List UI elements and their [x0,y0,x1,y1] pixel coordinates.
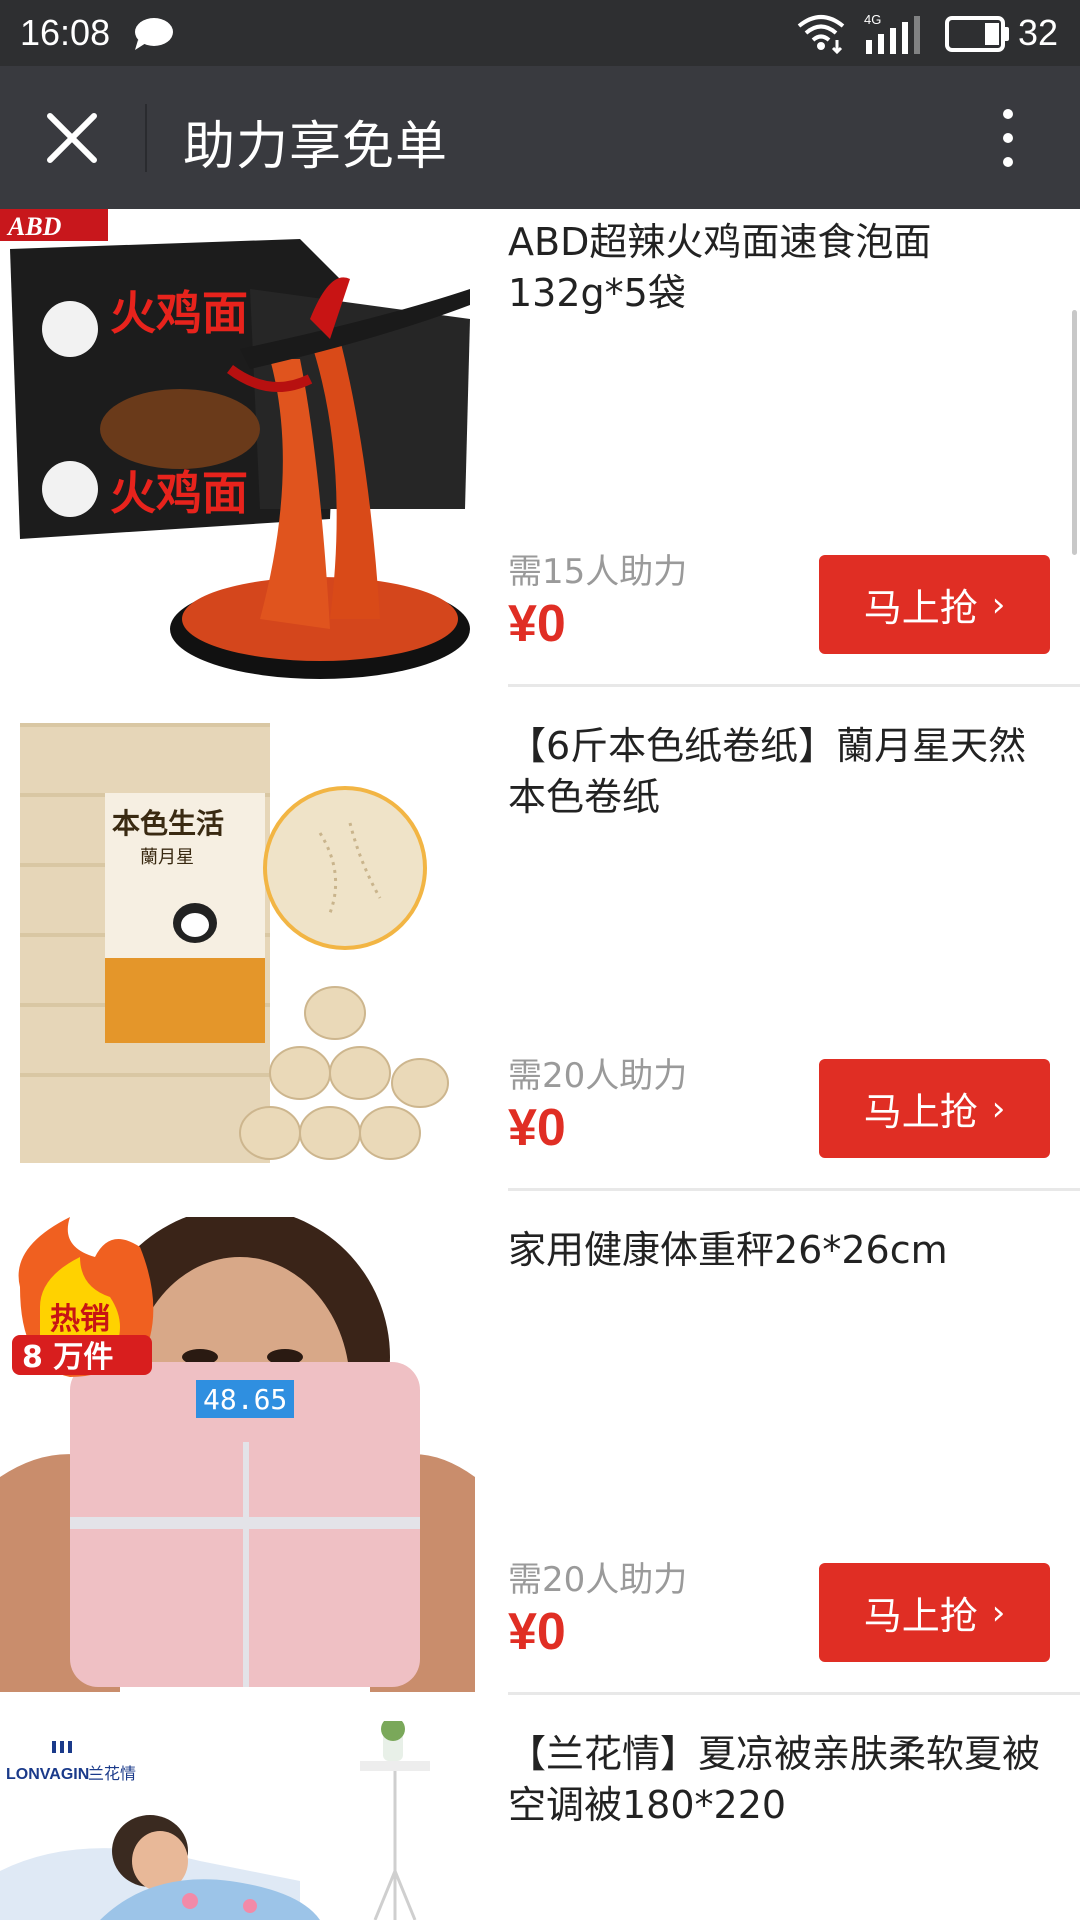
more-button[interactable] [990,104,1026,172]
product-card[interactable]: 48.65 热销 8 万件 家用健康体重秤26*26cm 需20人助力 ¥0 马… [0,1217,1080,1721]
assist-requirement: 需20人助力 [508,1560,688,1600]
product-price: ¥0 [508,595,566,653]
product-image-noodles[interactable]: ABD 火鸡面 火鸡面 [0,209,475,684]
assist-requirement: 需20人助力 [508,1056,688,1096]
signal-icon: 4G [862,12,924,60]
product-image-scale[interactable]: 48.65 热销 8 万件 [0,1217,475,1692]
grab-now-label: 马上抢 [863,1594,978,1638]
product-name[interactable]: 家用健康体重秤26*26cm [508,1225,1063,1276]
hot-sale-badge-bottom: 8 万件 [22,1340,113,1375]
battery-icon [945,14,1011,58]
grab-now-label: 马上抢 [863,1090,978,1134]
page-title: 助力享免单 [183,117,449,177]
item-divider [508,684,1080,687]
product-price: ¥0 [508,1603,566,1661]
tissue-label: 本色生活 [112,807,224,840]
grab-now-button[interactable]: 马上抢 › [819,1059,1050,1158]
product-card[interactable]: LONVAGIN 兰花情 【兰花情】夏凉被亲肤柔软夏被空调被180*220 [0,1721,1080,1920]
product-image-tissue[interactable]: 本色生活 蘭月星 [0,713,475,1188]
noodle-brand-text: ABD [6,212,62,241]
quilt-brand-text: LONVAGIN [6,1766,89,1783]
product-card[interactable]: ABD 火鸡面 火鸡面 ABD超辣火鸡面速食泡面132g*5袋 需15人助力 ¥… [0,209,1080,713]
quilt-brand-cn-text: 兰花情 [88,1764,136,1783]
hot-sale-badge-top: 热销 [50,1302,110,1337]
tissue-sub-label: 蘭月星 [140,847,194,868]
network-label: 4G [864,12,881,27]
close-button[interactable] [36,102,108,174]
product-name[interactable]: 【兰花情】夏凉被亲肤柔软夏被空调被180*220 [508,1729,1063,1831]
product-name[interactable]: ABD超辣火鸡面速食泡面132g*5袋 [508,217,1063,319]
scale-display-text: 48.65 [203,1383,287,1416]
product-price: ¥0 [508,1099,566,1157]
chevron-right-icon: › [991,1592,1006,1633]
item-divider [508,1692,1080,1695]
chat-icon [132,16,174,56]
status-bar: 16:08 4G 32 [0,0,1080,66]
close-icon [47,113,97,163]
wifi-icon [795,12,847,58]
title-divider [145,104,147,172]
chevron-right-icon: › [991,584,1006,625]
product-image-quilt[interactable]: LONVAGIN 兰花情 [0,1721,475,1920]
grab-now-button[interactable]: 马上抢 › [819,1563,1050,1662]
noodle-label-top: 火鸡面 [110,286,248,340]
status-time: 16:08 [20,12,111,53]
grab-now-button[interactable]: 马上抢 › [819,555,1050,654]
chevron-right-icon: › [991,1088,1006,1129]
product-card[interactable]: 本色生活 蘭月星 【6斤本色纸卷纸】蘭月星天然本色卷纸 需20人助力 ¥0 马上… [0,713,1080,1217]
grab-now-label: 马上抢 [863,586,978,630]
assist-requirement: 需15人助力 [508,552,688,592]
product-name[interactable]: 【6斤本色纸卷纸】蘭月星天然本色卷纸 [508,721,1063,823]
noodle-label-bottom: 火鸡面 [110,466,248,520]
more-vertical-icon [1003,109,1013,167]
battery-level: 32 [1018,12,1059,53]
item-divider [508,1188,1080,1191]
title-bar: 助力享免单 [0,66,1080,209]
